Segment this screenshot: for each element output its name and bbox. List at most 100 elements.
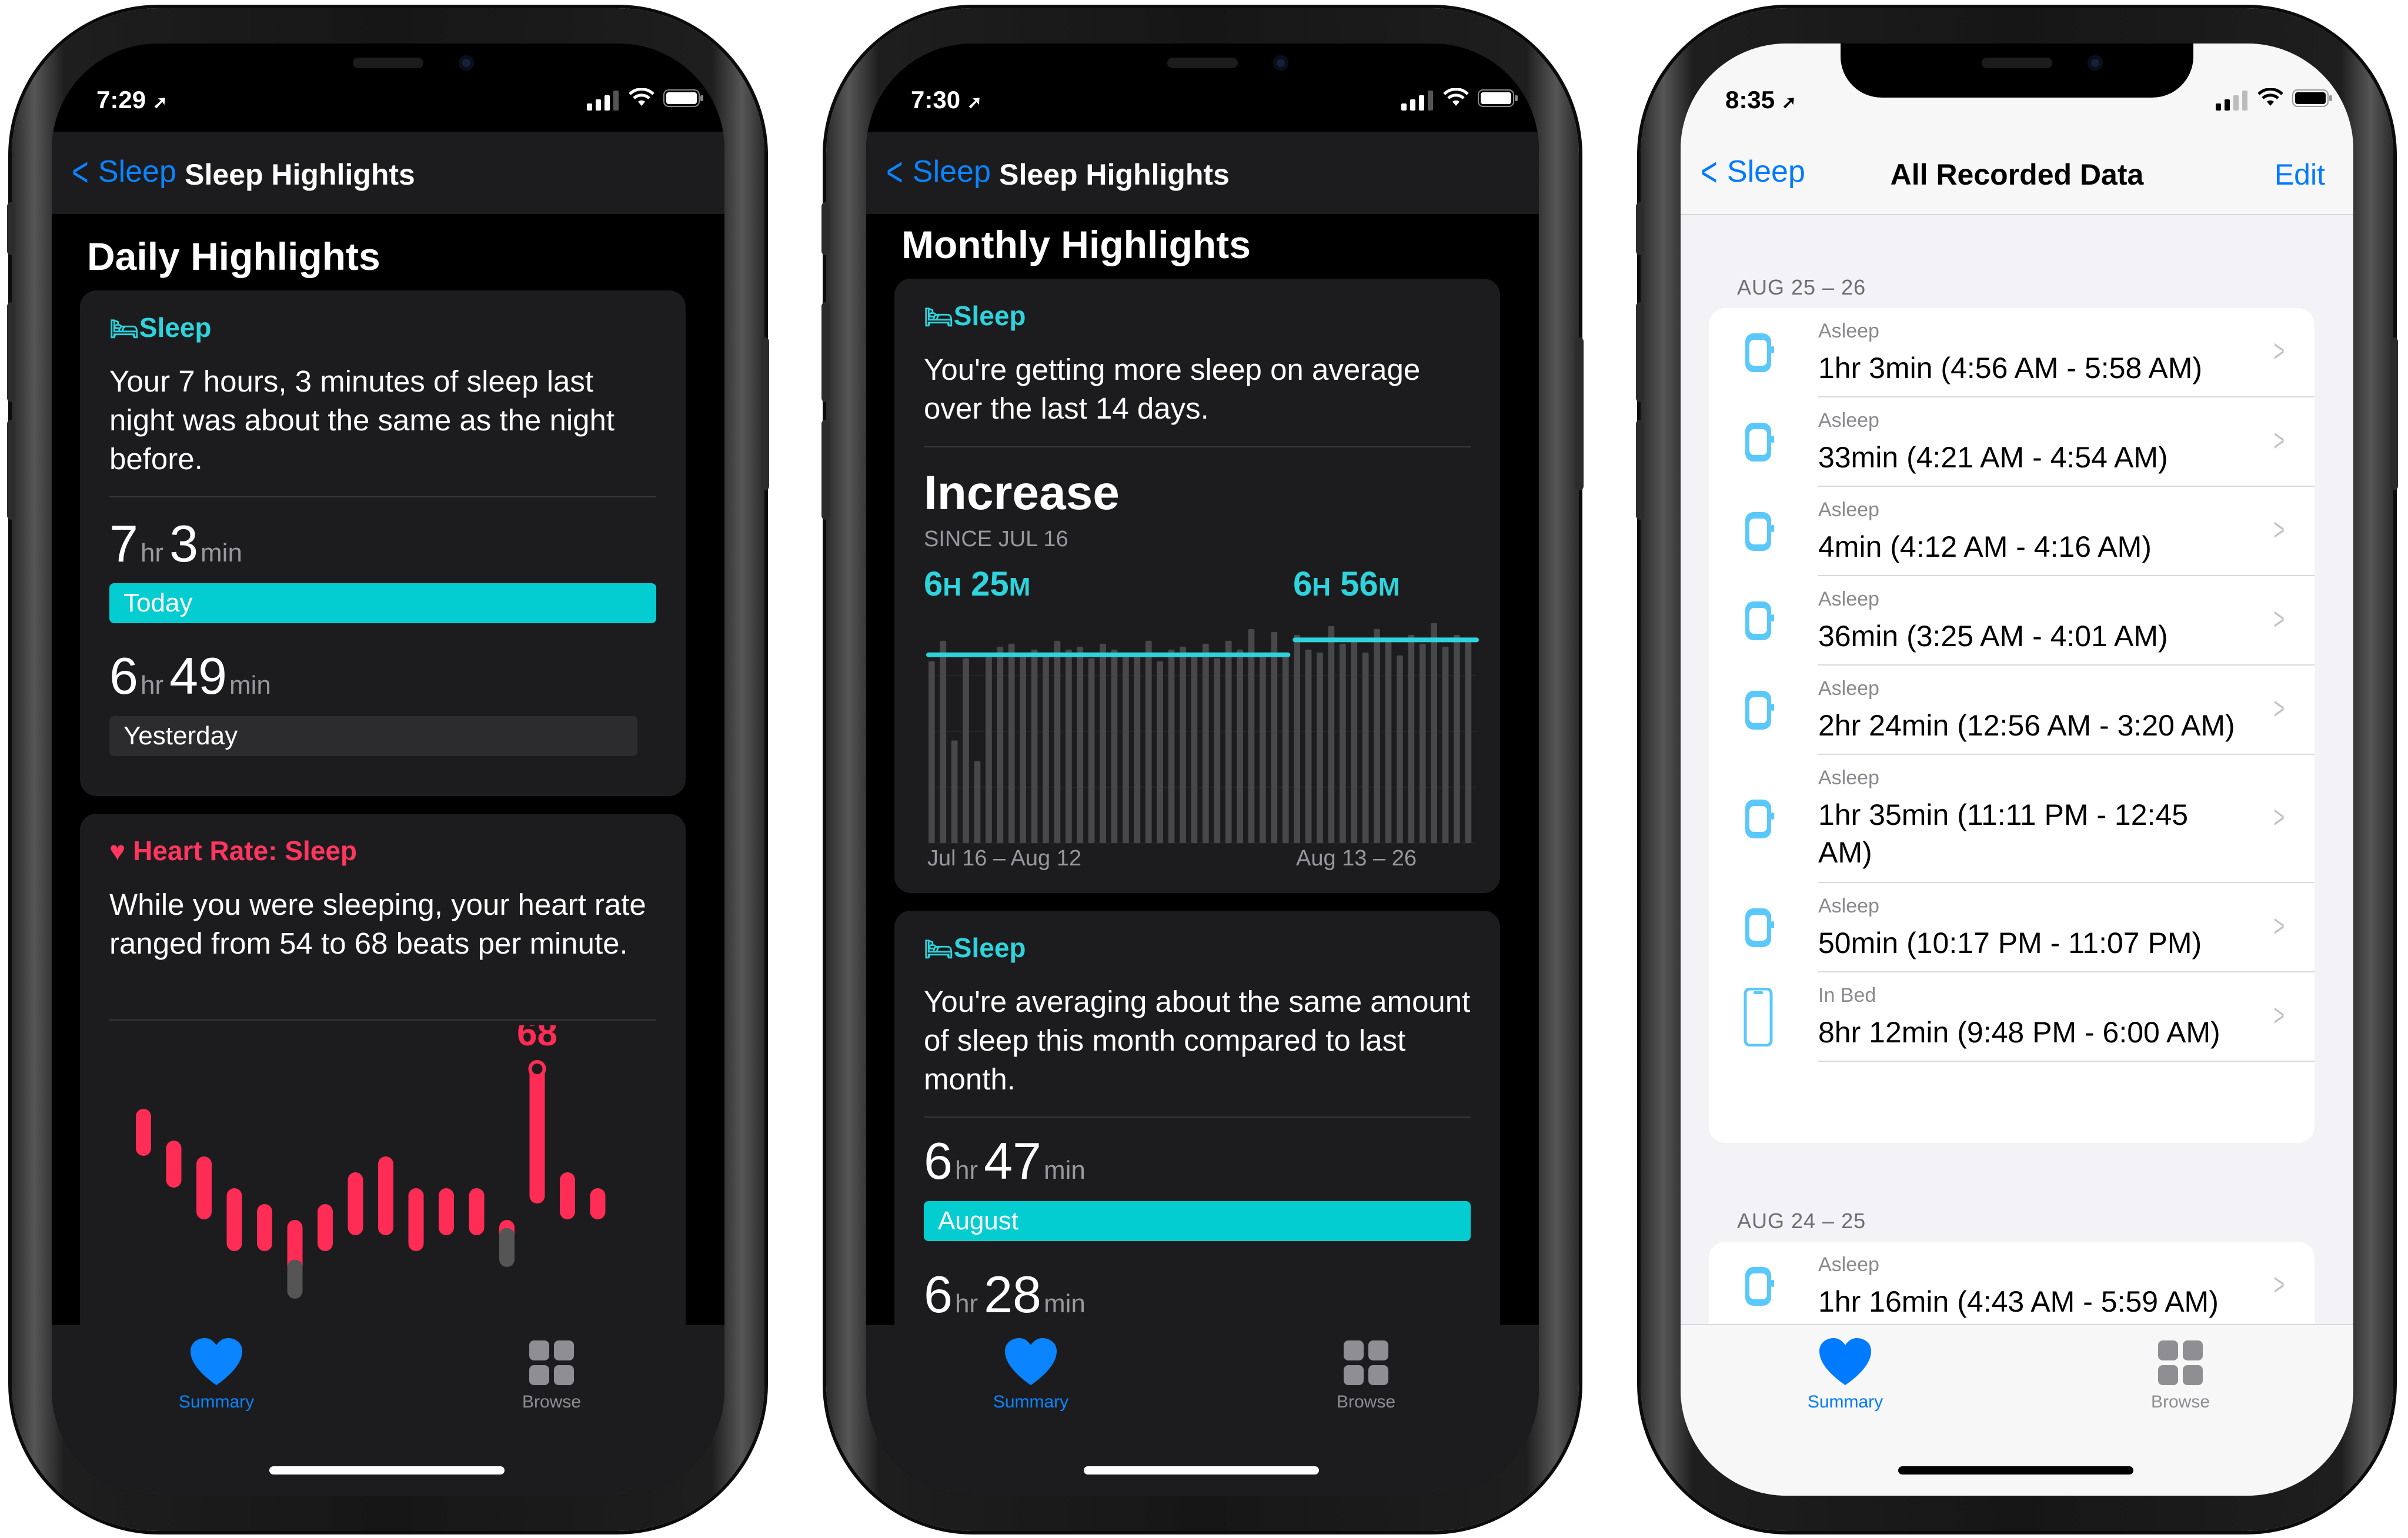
record-type: Asleep [1818, 320, 1879, 342]
watch-icon [1745, 908, 1774, 947]
tab-summary[interactable]: Summary [943, 1336, 1119, 1412]
record-value: 1hr 3min (4:56 AM - 5:58 AM) [1818, 352, 2203, 384]
screen-sleep-highlights-monthly: 7:30 ➚ < Sleep Sleep Highlights Monthly H… [866, 44, 1539, 1496]
tab-summary[interactable]: Summary [1757, 1336, 1933, 1412]
x-axis-label-period2: Aug 13 – 26 [1296, 846, 1417, 871]
card-body: Your 7 hours, 3 minutes of sleep last ni… [109, 365, 615, 476]
cellular-signal-icon [587, 91, 619, 111]
edit-button[interactable]: Edit [2275, 158, 2325, 192]
heart-icon [1005, 1338, 1057, 1385]
sleep-duration-bar [997, 646, 1004, 843]
notch [1841, 44, 2193, 98]
tab-browse[interactable]: Browse [463, 1336, 640, 1412]
tab-browse[interactable]: Browse [2092, 1336, 2269, 1412]
tab-summary[interactable]: Summary [128, 1336, 305, 1412]
sleep-duration-bar [929, 661, 935, 843]
sleep-duration-bar [1225, 640, 1232, 843]
scroll-content[interactable]: Daily Highlights 🛏Sleep Your 7 hours, 3 … [52, 214, 724, 1325]
nav-title: All Recorded Data [1890, 158, 2144, 191]
sleep-trend-chart [926, 623, 1479, 844]
wifi-icon [1443, 88, 1469, 106]
sleep-duration-bar [951, 740, 958, 843]
status-time: 7:30 ➚ [911, 86, 982, 113]
scroll-content[interactable]: Monthly Highlights 🛏Sleep You're getting… [866, 214, 1539, 1325]
sleep-duration-bar [1180, 646, 1186, 843]
status-time: 7:29 ➚ [96, 86, 168, 113]
record-value: 1hr 16min (4:43 AM - 5:59 AM) [1818, 1285, 2219, 1318]
card-body: You're getting more sleep on average ove… [924, 353, 1421, 425]
record-value: 8hr 12min (9:48 PM - 6:00 AM) [1818, 1016, 2220, 1049]
sleep-duration-bar [1054, 640, 1061, 843]
record-row[interactable]: In Bed 8hr 12min (9:48 PM - 6:00 AM) > [1709, 972, 2315, 1062]
record-type: Asleep [1818, 677, 1879, 700]
sleep-duration-bar [1077, 646, 1084, 843]
sleep-duration-bar [1191, 652, 1198, 843]
sleep-duration-bar [1066, 649, 1072, 843]
sleep-duration-bar [1271, 631, 1278, 843]
max-value: 68 [517, 1025, 557, 1054]
tab-bar: Summary Browse [866, 1325, 1539, 1496]
today-duration: 7hr 3min [109, 514, 242, 573]
yesterday-duration: 6hr 49min [109, 647, 271, 705]
sleep-duration-bar [1317, 652, 1323, 843]
watch-icon [1745, 691, 1774, 730]
watch-icon [1745, 1267, 1774, 1306]
home-indicator [269, 1466, 505, 1475]
record-row[interactable]: Asleep 4min (4:12 AM - 4:16 AM) > [1709, 487, 2315, 576]
card-body: You're averaging about the same amount o… [924, 985, 1471, 1096]
monthly-sleep-card[interactable]: 🛏Sleep You're averaging about the same a… [894, 911, 1500, 1325]
card-title: 🛏Sleep [924, 932, 1026, 963]
nav-title: Sleep Highlights [185, 158, 415, 191]
heart-icon [191, 1338, 242, 1385]
scroll-content[interactable]: AUG 25 – 26 Asleep 1hr 3min (4:56 AM - 5:… [1681, 214, 2353, 1325]
sleep-duration-bar [1260, 652, 1266, 843]
watch-icon [1745, 800, 1774, 838]
sleep-duration-bar [1454, 634, 1460, 843]
heart-icon [1819, 1338, 1871, 1385]
location-arrow-icon: ➚ [1781, 93, 1796, 112]
section-header: AUG 24 – 25 [1737, 1209, 1866, 1233]
sleep-duration-bar [974, 761, 981, 843]
tab-browse[interactable]: Browse [1278, 1336, 1454, 1412]
record-row[interactable]: Asleep 1hr 35min (11:11 PM - 12:45 AM) > [1709, 755, 2315, 883]
record-row[interactable]: Asleep 1hr 3min (4:56 AM - 5:58 AM) > [1709, 308, 2315, 397]
phone-frame-3: 8:35 ➚ < Sleep All Recorded Data Edit AUG… [1636, 8, 2398, 1531]
heart-rate-card[interactable]: ♥ Heart Rate: Sleep While you were sleep… [80, 814, 686, 1325]
cellular-signal-icon [2216, 91, 2247, 111]
home-indicator [1084, 1466, 1319, 1475]
sleep-duration-bar [1419, 643, 1426, 843]
chevron-right-icon: > [2273, 998, 2285, 1033]
record-row[interactable]: Asleep 50min (10:17 PM - 11:07 PM) > [1709, 883, 2315, 972]
sleep-highlight-card[interactable]: 🛏Sleep Your 7 hours, 3 minutes of sleep … [80, 290, 686, 796]
record-row[interactable]: Asleep 1hr 16min (4:43 AM - 5:59 AM) > [1709, 1242, 2315, 1325]
sleep-duration-bar [1465, 640, 1472, 843]
chevron-right-icon: > [2273, 512, 2285, 547]
sleep-duration-bar [1157, 661, 1164, 843]
record-row[interactable]: Asleep 36min (3:25 AM - 4:01 AM) > [1709, 576, 2315, 666]
section-header: AUG 25 – 26 [1737, 275, 1866, 299]
section-heading: Daily Highlights [87, 235, 380, 278]
section-heading: Monthly Highlights [901, 223, 1251, 266]
record-row[interactable]: Asleep 2hr 24min (12:56 AM - 3:20 AM) > [1709, 666, 2315, 755]
grid-icon [529, 1340, 574, 1385]
record-row[interactable]: Asleep 33min (4:21 AM - 4:54 AM) > [1709, 397, 2315, 487]
sleep-duration-bar [1008, 643, 1015, 843]
battery-icon [1478, 89, 1518, 107]
phone-frame-2: 7:30 ➚ < Sleep Sleep Highlights Monthly H… [821, 8, 1584, 1531]
nav-bar: < Sleep Sleep Highlights [866, 132, 1539, 214]
sleep-trend-card[interactable]: 🛏Sleep You're getting more sleep on aver… [894, 279, 1500, 893]
watch-icon [1745, 333, 1774, 372]
tab-bar: Summary Browse [52, 1325, 724, 1496]
heart-icon: ♥ [109, 835, 126, 866]
sleep-duration-bar [1397, 655, 1403, 843]
sleep-duration-bar [1305, 649, 1312, 843]
card-title: 🛏Sleep [924, 300, 1026, 331]
screen-sleep-highlights-daily: 7:29 ➚ < Sleep Sleep Highlights Daily Hig… [52, 44, 724, 1496]
sleep-duration-bar [1237, 649, 1243, 843]
august-duration: 6hr 47min [924, 1132, 1086, 1190]
phone-frame-1: 7:29 ➚ < Sleep Sleep Highlights Daily Hig… [7, 8, 769, 1531]
heart-rate-max-point [528, 1060, 546, 1078]
bed-icon: 🛏 [924, 937, 954, 962]
sleep-duration-bar [1214, 658, 1221, 843]
card-title: ♥ Heart Rate: Sleep [109, 835, 358, 866]
